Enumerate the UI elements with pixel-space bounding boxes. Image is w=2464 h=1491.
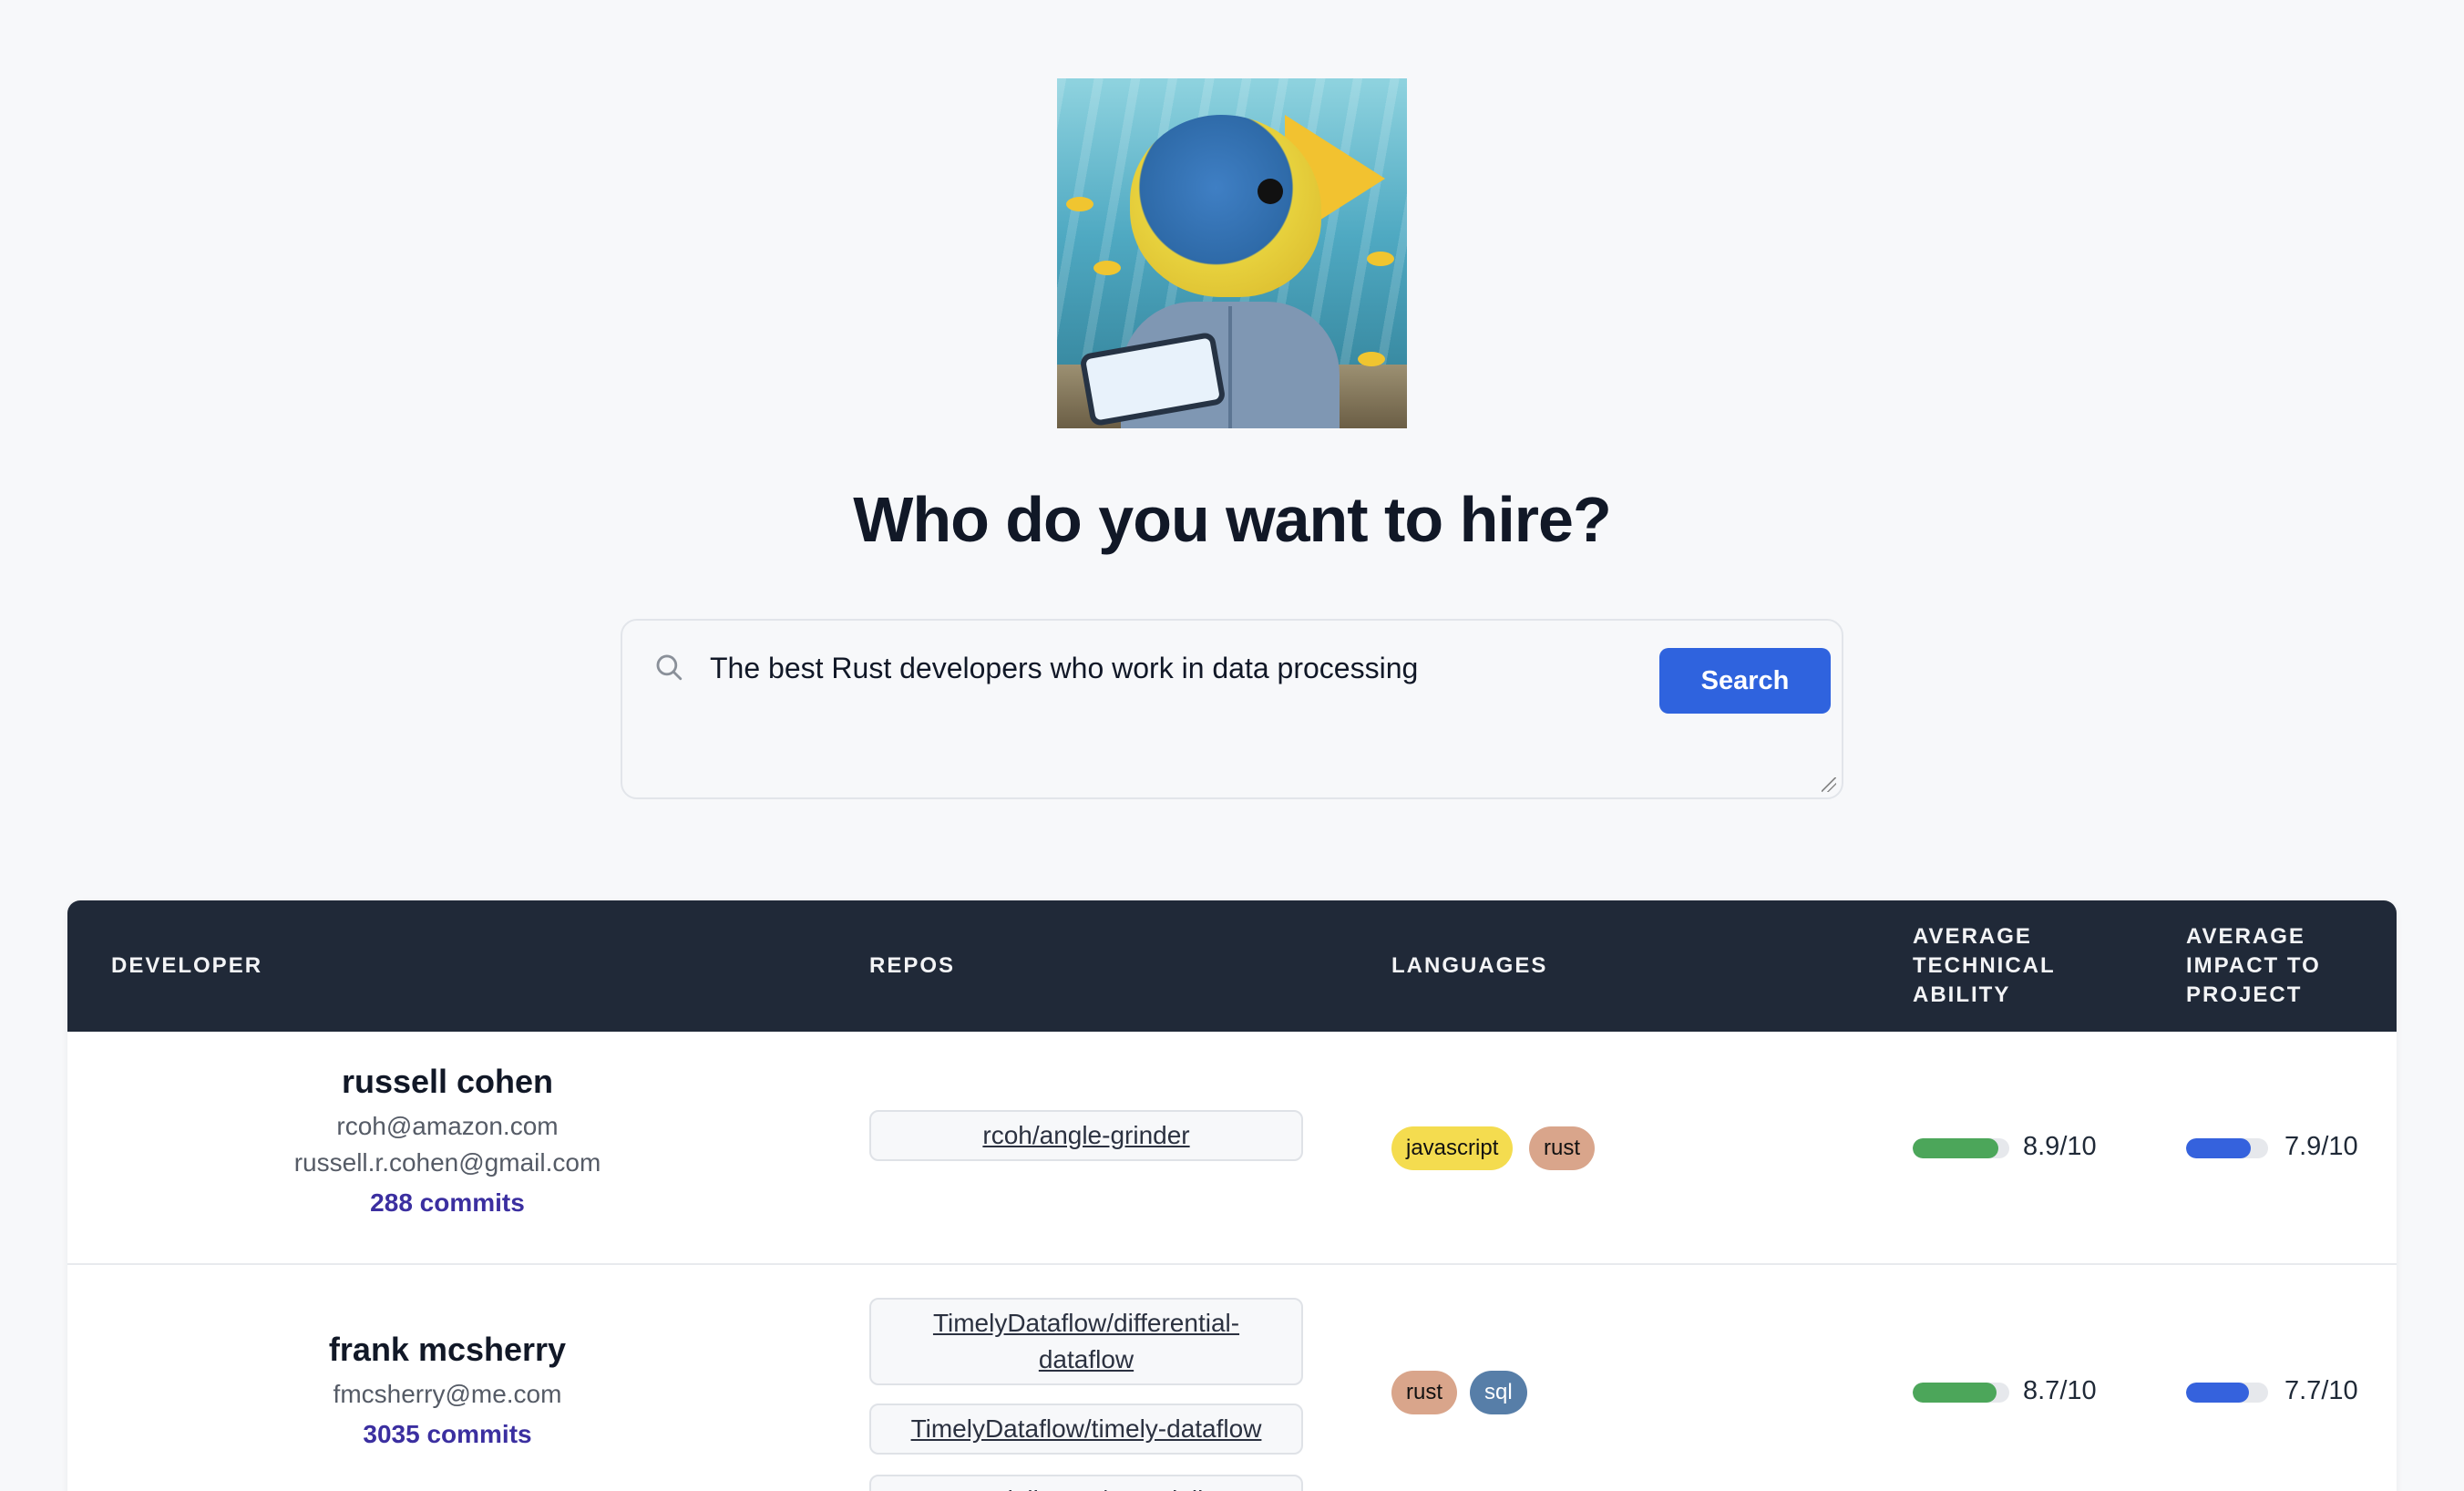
impact-bar bbox=[2186, 1383, 2268, 1403]
impact-bar bbox=[2186, 1138, 2268, 1158]
repo-link[interactable]: rcoh/angle-grinder bbox=[869, 1110, 1303, 1161]
technical-ability-fill bbox=[1913, 1383, 1997, 1403]
impact-fill bbox=[2186, 1138, 2252, 1158]
search-input[interactable]: The best Rust developers who work in dat… bbox=[710, 650, 1621, 787]
table-header: DEVELOPER REPOS LANGUAGES AVERAGE TECHNI… bbox=[67, 900, 2397, 1032]
search-box: The best Rust developers who work in dat… bbox=[621, 619, 1843, 799]
developer-email: rcoh@amazon.com bbox=[336, 1112, 559, 1140]
impact-fill bbox=[2186, 1383, 2250, 1403]
page-title: Who do you want to hire? bbox=[853, 484, 1611, 555]
repo-link[interactable]: MaterializeInc/materialize bbox=[869, 1475, 1303, 1491]
small-fish-icon bbox=[1066, 197, 1093, 211]
language-tag: rust bbox=[1391, 1371, 1458, 1414]
impact-score: 7.7/10 bbox=[2284, 1376, 2358, 1405]
commits-link[interactable]: 288 commits bbox=[67, 1181, 827, 1225]
header-impact: AVERAGE IMPACT TO PROJECT bbox=[2186, 924, 2321, 1007]
small-fish-icon bbox=[1358, 352, 1385, 366]
hero-image bbox=[1057, 78, 1407, 428]
developer-email: fmcsherry@me.com bbox=[333, 1380, 562, 1408]
developer-cell: frank mcsherry fmcsherry@me.com 3035 com… bbox=[67, 1331, 827, 1456]
repo-link[interactable]: TimelyDataflow/timely-dataflow bbox=[869, 1404, 1303, 1455]
impact-score: 7.9/10 bbox=[2284, 1132, 2358, 1161]
technical-ability-score: 8.7/10 bbox=[2023, 1376, 2097, 1405]
language-tag: sql bbox=[1470, 1371, 1527, 1414]
search-button[interactable]: Search bbox=[1659, 648, 1831, 714]
header-languages: LANGUAGES bbox=[1391, 953, 1548, 978]
header-repos: REPOS bbox=[869, 953, 956, 978]
small-fish-icon bbox=[1093, 261, 1121, 275]
technical-ability-bar bbox=[1913, 1383, 2009, 1403]
table-row: russell cohen rcoh@amazon.com russell.r.… bbox=[67, 1032, 2397, 1265]
language-tag: javascript bbox=[1391, 1126, 1514, 1170]
repo-link[interactable]: TimelyDataflow/differential-dataflow bbox=[869, 1298, 1303, 1385]
technical-ability-bar bbox=[1913, 1138, 2009, 1158]
technical-ability-score: 8.9/10 bbox=[2023, 1132, 2097, 1161]
developer-email: russell.r.cohen@gmail.com bbox=[293, 1148, 601, 1177]
commits-link[interactable]: 3035 commits bbox=[67, 1413, 827, 1456]
developer-name: russell cohen bbox=[341, 1063, 554, 1100]
resize-handle[interactable] bbox=[1822, 777, 1836, 792]
technical-ability-fill bbox=[1913, 1138, 1999, 1158]
fish-eye bbox=[1258, 179, 1283, 204]
developers-table: DEVELOPER REPOS LANGUAGES AVERAGE TECHNI… bbox=[67, 900, 2397, 1491]
small-fish-icon bbox=[1367, 252, 1394, 266]
developer-cell: russell cohen rcoh@amazon.com russell.r.… bbox=[67, 1063, 827, 1225]
header-developer: DEVELOPER bbox=[111, 953, 263, 978]
hoodie-zipper bbox=[1228, 306, 1232, 428]
table-row: frank mcsherry fmcsherry@me.com 3035 com… bbox=[67, 1267, 2397, 1491]
search-icon bbox=[656, 654, 683, 681]
header-technical-ability: AVERAGE TECHNICAL ABILITY bbox=[1913, 924, 2056, 1007]
developer-name: frank mcsherry bbox=[328, 1331, 567, 1368]
language-tag: rust bbox=[1529, 1126, 1596, 1170]
